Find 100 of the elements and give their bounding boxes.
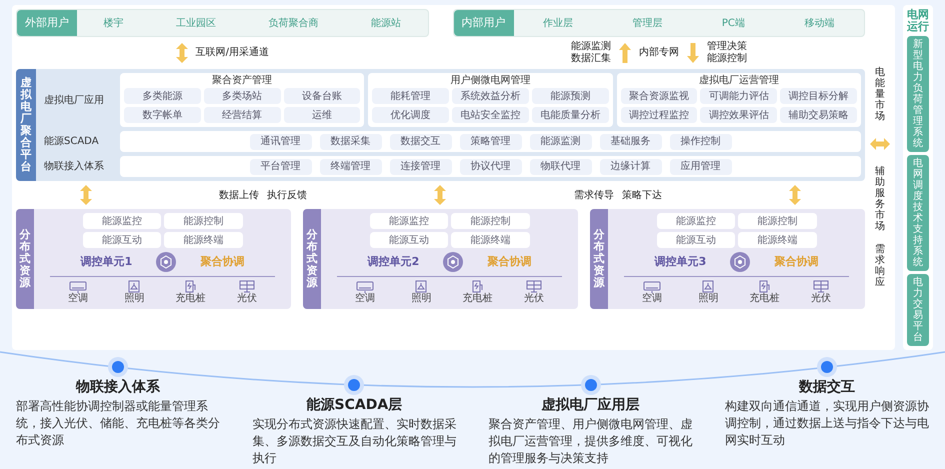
user-type: 作业层: [543, 16, 574, 30]
feature-title: 数据交互: [798, 378, 855, 398]
module-tag: 应用管理: [670, 158, 732, 174]
channel-label: 能源监测 数据汇集: [570, 41, 611, 65]
air-conditioner-icon: [643, 281, 662, 293]
grid-title: 电网运行: [907, 9, 929, 33]
double-arrow-icon: [176, 43, 188, 63]
double-arrow-icon: [80, 185, 92, 205]
module-tag: 通讯管理: [250, 134, 312, 150]
module-tag: 能源监控: [82, 213, 161, 229]
feature-title: 能源SCADA层: [306, 396, 402, 415]
user-type: 楼宇: [103, 16, 124, 30]
module-tag: 能源预测: [532, 88, 609, 104]
layer-label: 能源SCADA: [44, 134, 100, 149]
module-tag: 能源控制: [451, 213, 530, 229]
device-label: 空调: [68, 293, 88, 305]
module-tag: 终端管理: [320, 158, 382, 174]
unit-label: 调控单元1: [80, 254, 132, 270]
module-tag: 调控效果评估: [700, 107, 778, 123]
module-tag: 经营结算: [204, 107, 281, 123]
module-tag: 能源监测: [530, 134, 592, 150]
resource-title: 分布式资源: [594, 228, 604, 290]
module-tag: 能源互动: [656, 232, 735, 248]
device-label: 照明: [124, 293, 144, 305]
user-type: 负荷聚合商: [268, 16, 319, 30]
module-group-title: 虚拟电厂运营管理: [698, 74, 780, 88]
market-label: 辅助服务市场: [875, 166, 885, 232]
module-tag: 操作控制: [670, 134, 732, 150]
solar-panel-icon: [526, 280, 542, 293]
resource-title: 分布式资源: [20, 228, 30, 290]
device-label: 照明: [411, 293, 432, 305]
double-arrow-icon: [789, 185, 802, 205]
market-label: 电能量市场: [875, 67, 885, 122]
market-label: 需求响应: [875, 244, 885, 288]
device-label: 光伏: [524, 293, 544, 305]
feature-title: 虚拟电厂应用层: [542, 396, 640, 415]
user-type: PC端: [722, 16, 745, 30]
grid-system-label: 新型电力负荷管理系统: [913, 39, 923, 149]
module-tag: 平台管理: [250, 158, 312, 174]
grid-system-label: 电网调度技术支持系统: [913, 158, 923, 268]
resource-title: 分布式资源: [306, 228, 318, 290]
feature-description: 聚合资产管理、用户侧微电网管理、虚拟电厂运营管理，提供多维度、可视化的管理服务与决策支持: [488, 416, 693, 467]
module-tag: 系统效益分析: [452, 88, 529, 104]
device-label: 充电桩: [750, 293, 780, 305]
up-arrow-icon: [618, 43, 631, 63]
module-tag: 可调能力评估: [700, 88, 778, 104]
hub-icon: [156, 252, 176, 272]
module-tag: 能源监控: [370, 213, 448, 229]
module-tag: 聚合资源监视: [620, 88, 698, 104]
user-type: 移动端: [804, 16, 834, 30]
module-group-title: 聚合资产管理: [211, 74, 274, 88]
double-arrow-icon: [434, 185, 446, 205]
module-tag: 能源互动: [82, 232, 161, 248]
layer-label: 物联接入体系: [44, 160, 105, 174]
hub-icon: [730, 252, 750, 272]
feature-description: 构建双向通信通道，实现用户侧资源协调控制，通过数据上送与指令下达与电网实时互动: [724, 398, 929, 450]
flow-label: 需求传导: [574, 188, 614, 202]
user-group-label: 外部用户: [17, 10, 77, 36]
flow-label: 执行反馈: [267, 188, 308, 202]
module-tag: 电能质量分析: [532, 107, 609, 123]
module-tag: 能耗管理: [372, 88, 450, 104]
air-conditioner-icon: [356, 281, 374, 293]
air-conditioner-icon: [69, 281, 88, 293]
module-tag: 基础服务: [600, 134, 662, 150]
module-tag: 设备台账: [284, 88, 360, 104]
device-label: 光伏: [236, 293, 257, 305]
device-label: 充电桩: [462, 293, 493, 305]
down-arrow-icon: [686, 43, 699, 63]
user-type: 工业园区: [176, 16, 216, 30]
channel-label: 管理决策 能源控制: [706, 41, 747, 65]
module-tag: 能源控制: [738, 213, 816, 229]
module-tag: 调控过程监控: [620, 107, 698, 123]
module-tag: 电站安全监控: [452, 107, 529, 123]
module-tag: 能源监控: [656, 213, 735, 229]
double-arrow-icon: [870, 138, 890, 150]
device-label: 空调: [642, 293, 662, 305]
module-group-title: 用户侧微电网管理: [449, 74, 532, 88]
module-tag: 能源终端: [164, 232, 242, 248]
module-tag: 数据交互: [390, 134, 452, 150]
user-type: 能源站: [371, 16, 402, 30]
feature-description: 部署高性能协调控制器或能量管理系统，接入光伏、储能、充电桩等各类分布式资源: [16, 398, 220, 450]
device-label: 照明: [698, 293, 718, 305]
platform-title: 虚拟电厂聚合平台: [20, 76, 32, 174]
lamp-icon: [702, 280, 714, 293]
module-tag: 能源控制: [164, 213, 242, 229]
module-tag: 策略管理: [460, 134, 522, 150]
module-tag: 多类场站: [204, 88, 281, 104]
module-tag: 能源终端: [451, 232, 530, 248]
channel-label: 互联网/用采通道: [196, 47, 269, 59]
channel-label: 内部专网: [638, 47, 679, 59]
grid-system-label: 电力交易平台: [913, 277, 923, 343]
module-tag: 数字帐单: [124, 107, 201, 123]
lamp-icon: [128, 280, 140, 293]
module-tag: 调控目标分解: [780, 88, 857, 104]
device-label: 空调: [355, 293, 376, 305]
module-tag: 能源互动: [370, 232, 448, 248]
hub-icon: [443, 252, 464, 272]
module-tag: 优化调度: [372, 107, 450, 123]
module-tag: 边缘计算: [600, 158, 662, 174]
solar-panel-icon: [812, 280, 829, 293]
